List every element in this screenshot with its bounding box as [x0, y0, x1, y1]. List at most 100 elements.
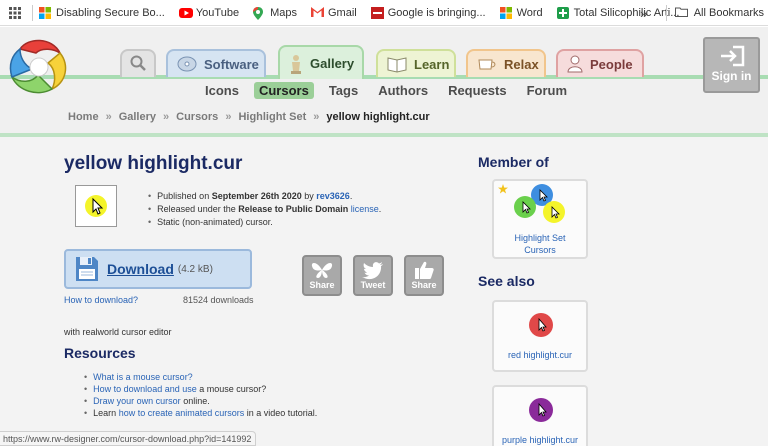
download-size: (4.2 kB): [177, 263, 213, 275]
statue-icon: [288, 54, 304, 74]
list-item: What is a mouse cursor?: [84, 371, 317, 383]
tab-people[interactable]: People: [556, 49, 644, 77]
gmail-icon: [310, 6, 324, 19]
see-also-card[interactable]: purple highlight.cur: [492, 385, 588, 446]
share-button[interactable]: Share: [302, 255, 342, 296]
list-item: Draw your own cursor online.: [84, 395, 317, 407]
author-link[interactable]: rev3626: [316, 191, 350, 201]
bookmark-label: Maps: [270, 6, 297, 19]
windows-icon: [39, 6, 51, 19]
bookmarks-divider: [32, 4, 33, 21]
more-bookmarks-button[interactable]: »: [632, 6, 656, 21]
bookmark-label: Gmail: [327, 6, 357, 19]
license-link[interactable]: license: [351, 204, 379, 214]
tweet-label: Tweet: [360, 280, 386, 290]
twitter-icon: [361, 260, 385, 280]
download-label: Download: [107, 261, 174, 277]
bookmark-item[interactable]: Gmail: [310, 6, 357, 19]
bookmark-item[interactable]: Google is bringing...: [370, 6, 486, 19]
tab-relax[interactable]: Relax: [466, 49, 546, 77]
resources-list: What is a mouse cursor? How to download …: [84, 371, 317, 419]
cup-icon: [476, 55, 498, 73]
main-content: yellow highlight.cur Published on Septem…: [0, 137, 768, 446]
book-icon: [386, 55, 408, 73]
subnav-requests[interactable]: Requests: [448, 83, 507, 98]
sign-in-label: Sign in: [711, 69, 752, 83]
highlight-set-card[interactable]: Highlight Set Cursors: [492, 179, 588, 259]
download-button[interactable]: Download (4.2 kB): [64, 249, 252, 289]
license-name: Release to Public Domain: [238, 204, 349, 214]
bookmark-item[interactable]: Word: [499, 6, 543, 19]
status-bar-url: https://www.rw-designer.com/cursor-downl…: [0, 431, 256, 446]
windows-icon: [499, 6, 512, 19]
bookmark-label: Google is bringing...: [387, 6, 486, 19]
page: Software Gallery Learn Relax People Sign…: [0, 27, 768, 446]
like-button[interactable]: Share: [404, 255, 444, 296]
bookmark-label: Word: [516, 6, 543, 19]
red-cursor-preview: [529, 313, 553, 337]
list-item: Learn how to create animated cursors in …: [84, 407, 317, 419]
breadcrumb-separator: »: [225, 111, 232, 123]
share-label: Share: [309, 280, 335, 290]
folder-icon: [674, 7, 688, 20]
published-line: Published on September 26th 2020 by rev3…: [148, 190, 381, 203]
breadcrumb: Home » Gallery » Cursors » Highlight Set…: [68, 111, 430, 123]
tab-learn[interactable]: Learn: [376, 49, 456, 77]
highlight-set-link[interactable]: Highlight Set Cursors: [494, 232, 586, 256]
bookmark-item[interactable]: Disabling Secure Bo...: [39, 6, 165, 19]
license-line: Released under the Release to Public Dom…: [148, 203, 381, 216]
breadcrumb-highlight-set[interactable]: Highlight Set: [238, 111, 306, 123]
resource-link[interactable]: How to download and use: [93, 384, 197, 394]
disc-icon: [176, 55, 198, 73]
breadcrumb-separator: »: [105, 111, 112, 123]
bookmark-label: YouTube: [195, 6, 240, 19]
tab-gallery[interactable]: Gallery: [278, 45, 364, 79]
page-title: yellow highlight.cur: [64, 153, 243, 174]
tab-software[interactable]: Software: [166, 49, 266, 77]
bookmark-item[interactable]: Maps: [253, 6, 297, 20]
see-also-card[interactable]: red highlight.cur: [492, 300, 588, 372]
list-item: How to download and use a mouse cursor?: [84, 383, 317, 395]
tab-label: Relax: [504, 56, 539, 72]
resource-link[interactable]: What is a mouse cursor?: [93, 372, 193, 382]
like-label: Share: [411, 280, 437, 290]
subnav-cursors[interactable]: Cursors: [253, 82, 314, 99]
member-of-heading: Member of: [478, 154, 549, 170]
download-count: 81524 downloads: [183, 295, 254, 305]
tab-label: Software: [204, 56, 259, 72]
butterfly-icon: [310, 260, 334, 280]
site-logo[interactable]: [8, 35, 70, 97]
red-highlight-link[interactable]: red highlight.cur: [494, 350, 586, 360]
bookmark-item[interactable]: YouTube: [178, 6, 240, 19]
subnav-icons[interactable]: Icons: [205, 83, 239, 98]
breadcrumb-cursors[interactable]: Cursors: [176, 111, 218, 123]
breadcrumb-separator: »: [163, 111, 170, 123]
purple-highlight-link[interactable]: purple highlight.cur: [494, 435, 586, 445]
floppy-disk-icon: [74, 255, 100, 283]
item-details: Published on September 26th 2020 by rev3…: [148, 190, 381, 229]
all-bookmarks-label: All Bookmarks: [693, 7, 764, 19]
static-note: Static (non-animated) cursor.: [148, 216, 381, 229]
sign-in-icon: [719, 45, 745, 67]
search-icon: [129, 54, 147, 75]
site-header: Software Gallery Learn Relax People Sign…: [0, 27, 768, 137]
all-bookmarks-button[interactable]: All Bookmarks: [665, 5, 768, 21]
resource-link[interactable]: how to create animated cursors: [119, 408, 245, 418]
bookmark-label: Disabling Secure Bo...: [56, 6, 165, 19]
cursor-preview: [75, 185, 117, 227]
apps-grid-icon[interactable]: [0, 0, 30, 26]
subnav-tags[interactable]: Tags: [329, 83, 358, 98]
breadcrumb-current: yellow highlight.cur: [326, 111, 430, 123]
how-to-download-link[interactable]: How to download?: [64, 295, 138, 305]
breadcrumb-gallery[interactable]: Gallery: [119, 111, 156, 123]
tab-label: Learn: [414, 56, 450, 72]
tab-label: Gallery: [310, 55, 355, 71]
subnav-forum[interactable]: Forum: [527, 83, 567, 98]
sign-in-button[interactable]: Sign in: [703, 37, 760, 93]
tab-search[interactable]: [120, 49, 156, 77]
subnav-authors[interactable]: Authors: [378, 83, 428, 98]
tweet-button[interactable]: Tweet: [353, 255, 393, 296]
bookmarks-bar: Disabling Secure Bo... YouTube Maps Gmai…: [0, 0, 768, 26]
breadcrumb-home[interactable]: Home: [68, 111, 99, 123]
resource-link[interactable]: Draw your own cursor: [93, 396, 181, 406]
